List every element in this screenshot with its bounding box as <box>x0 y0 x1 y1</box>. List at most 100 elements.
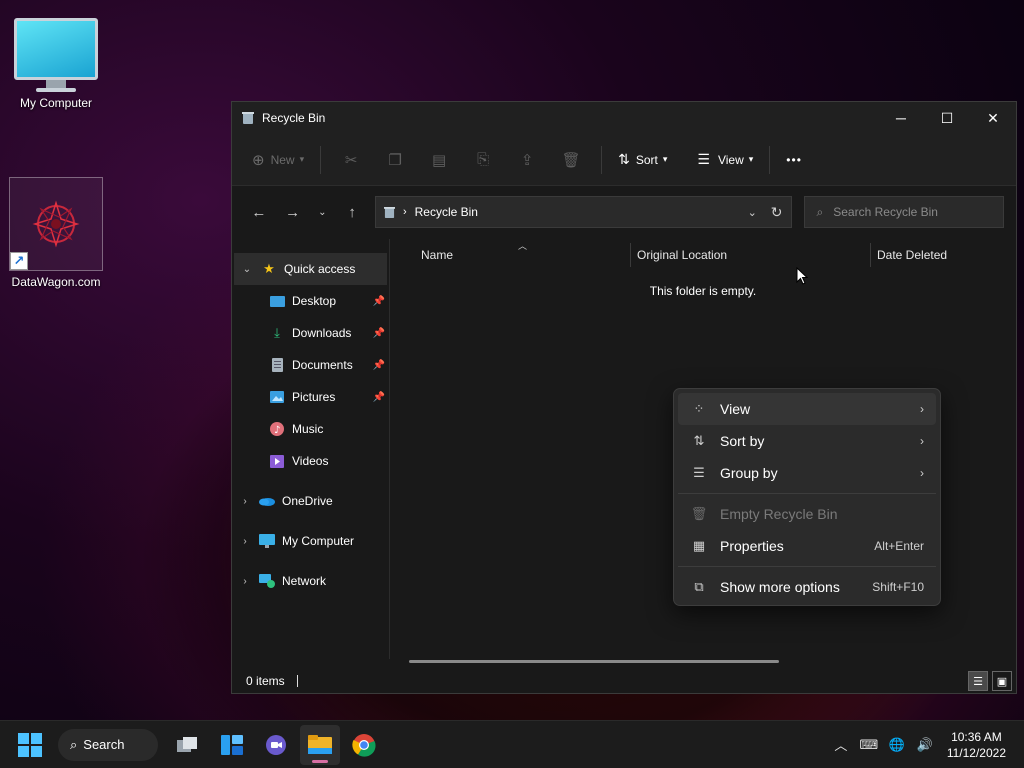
chevron-right-icon[interactable]: › <box>232 496 258 507</box>
context-menu-group-by[interactable]: ☰ Group by › <box>678 457 936 489</box>
back-button[interactable]: ← <box>242 197 276 227</box>
chrome-icon[interactable] <box>344 725 384 765</box>
chevron-down-icon: ▾ <box>299 154 305 164</box>
sort-icon: ⇅ <box>693 433 705 448</box>
pin-icon: 📌 <box>372 327 385 339</box>
desktop-folder-icon <box>268 293 286 309</box>
command-bar: ⊕ New ▾ ✂ ❐ ▤ ⎘ ⇪ 🗑 ⇅ Sort ▾ ☰ View ▾ ••… <box>232 134 1016 186</box>
teams-chat-icon[interactable] <box>256 725 296 765</box>
chevron-down-icon: ⌄ <box>318 206 327 218</box>
trash-icon: 🗑 <box>690 506 708 521</box>
desktop-icon-datawagon[interactable]: ↗ DataWagon.com <box>6 177 106 289</box>
chevron-down-icon[interactable]: ⌄ <box>234 264 260 275</box>
nav-item-documents[interactable]: Documents 📌 <box>232 349 389 381</box>
chevron-down-icon: ▾ <box>662 154 668 164</box>
cut-icon[interactable]: ✂ <box>336 144 366 176</box>
pictures-folder-icon <box>268 389 286 405</box>
volume-icon[interactable]: 🔊 <box>911 737 939 753</box>
recent-locations-button[interactable]: ⌄ <box>309 197 335 227</box>
task-view-icon[interactable] <box>168 725 208 765</box>
pin-icon: 📌 <box>372 295 385 307</box>
rename-icon[interactable]: ⎘ <box>468 144 498 176</box>
view-button-label: View <box>717 152 744 167</box>
navigation-pane: ⌄ ★ Quick access Desktop 📌 ⤓ Downloads 📌… <box>232 239 390 659</box>
column-header-original-location[interactable]: Original Location <box>637 248 727 262</box>
delete-icon[interactable]: 🗑 <box>556 144 586 176</box>
context-menu-label: Show more options <box>720 579 840 595</box>
desktop-icon-my-computer[interactable]: My Computer <box>6 18 106 110</box>
up-button[interactable]: ↑ <box>335 197 369 227</box>
nav-item-desktop[interactable]: Desktop 📌 <box>232 285 389 317</box>
address-bar[interactable]: › Recycle Bin ⌄ ↻ <box>374 196 792 228</box>
chevron-right-icon: › <box>920 434 924 448</box>
nav-item-network[interactable]: › Network <box>232 565 389 597</box>
chevron-down-icon[interactable]: ⌄ <box>748 206 757 219</box>
chevron-right-icon[interactable]: › <box>232 576 258 587</box>
search-input[interactable]: ⌕ Search Recycle Bin <box>803 196 1005 228</box>
datawagon-logo-icon: ↗ <box>9 177 103 271</box>
nav-item-pictures[interactable]: Pictures 📌 <box>232 381 389 413</box>
monitor-icon <box>14 18 98 80</box>
globe-icon[interactable]: 🌐 <box>883 737 911 753</box>
status-bar: 0 items ☰ ▣ <box>232 669 1016 693</box>
context-menu-view[interactable]: ⁘ View › <box>678 393 936 425</box>
clock[interactable]: 10:36 AM 11/12/2022 <box>947 729 1006 761</box>
chevron-down-icon: ▾ <box>748 154 754 164</box>
copy-icon[interactable]: ❐ <box>380 144 410 176</box>
nav-item-music[interactable]: ♪ Music <box>232 413 389 445</box>
system-tray: ︿ ⌨ 🌐 🔊 10:36 AM 11/12/2022 <box>827 721 1024 768</box>
close-button[interactable]: ✕ <box>970 102 1016 134</box>
pin-icon: 📌 <box>372 359 385 371</box>
share-icon[interactable]: ⇪ <box>512 144 542 176</box>
nav-item-label: Quick access <box>284 262 356 276</box>
maximize-button[interactable]: ☐ <box>924 102 970 134</box>
shortcut-text: Shift+F10 <box>872 580 924 594</box>
context-menu-label: View <box>720 401 751 417</box>
keyboard-icon[interactable]: ⌨ <box>855 737 883 753</box>
nav-item-label: Pictures <box>292 390 336 404</box>
minimize-button[interactable]: ─ <box>878 102 924 134</box>
context-menu-label: Sort by <box>720 433 765 449</box>
group-icon: ☰ <box>693 465 705 480</box>
start-button[interactable] <box>18 732 42 757</box>
context-menu-show-more-options[interactable]: ⧉ Show more options Shift+F10 <box>678 571 936 603</box>
nav-item-my-computer[interactable]: › My Computer <box>232 525 389 557</box>
nav-item-videos[interactable]: Videos <box>232 445 389 477</box>
chevron-right-icon[interactable]: › <box>232 536 258 547</box>
details-view-icon[interactable]: ☰ <box>968 671 988 691</box>
column-header-name[interactable]: Name <box>421 248 453 262</box>
nav-item-downloads[interactable]: ⤓ Downloads 📌 <box>232 317 389 349</box>
nav-item-label: Music <box>292 422 324 436</box>
nav-item-onedrive[interactable]: › OneDrive <box>232 485 389 517</box>
horizontal-scrollbar[interactable] <box>409 660 779 663</box>
tiles-view-icon[interactable]: ▣ <box>992 671 1012 691</box>
widgets-icon[interactable] <box>212 725 252 765</box>
refresh-icon[interactable]: ↻ <box>771 204 783 221</box>
title-bar[interactable]: Recycle Bin ─ ☐ ✕ <box>232 102 1016 134</box>
sort-button[interactable]: ⇅ Sort ▾ <box>610 144 675 176</box>
nav-item-label: Documents <box>292 358 353 372</box>
nav-item-label: Videos <box>292 454 329 468</box>
new-button-label: New <box>270 152 295 167</box>
onedrive-icon <box>258 493 276 509</box>
paste-icon[interactable]: ▤ <box>424 144 454 176</box>
arrow-right-icon: → <box>285 203 301 221</box>
context-menu-label: Properties <box>720 538 784 554</box>
forward-button[interactable]: → <box>276 197 310 227</box>
column-header-date-deleted[interactable]: Date Deleted <box>877 248 947 262</box>
context-menu-properties[interactable]: ▦ Properties Alt+Enter <box>678 530 936 562</box>
taskbar-search-label: Search <box>83 737 125 752</box>
see-more-button[interactable]: ••• <box>778 144 810 176</box>
nav-item-quick-access[interactable]: ⌄ ★ Quick access <box>234 253 387 285</box>
context-menu-sort-by[interactable]: ⇅ Sort by › <box>678 425 936 457</box>
taskbar-search-button[interactable]: ⌕ Search <box>58 728 158 761</box>
file-explorer-icon[interactable] <box>300 724 340 765</box>
clock-date: 11/12/2022 <box>946 745 1006 760</box>
plus-circle-icon: ⊕ <box>252 151 265 169</box>
chevron-up-icon[interactable]: ︿ <box>827 735 855 754</box>
nav-item-label: Downloads <box>292 326 352 340</box>
breadcrumb[interactable]: Recycle Bin <box>415 205 478 219</box>
mouse-cursor-icon <box>796 267 808 285</box>
view-button[interactable]: ☰ View ▾ <box>689 144 761 176</box>
new-button[interactable]: ⊕ New ▾ <box>244 144 312 176</box>
